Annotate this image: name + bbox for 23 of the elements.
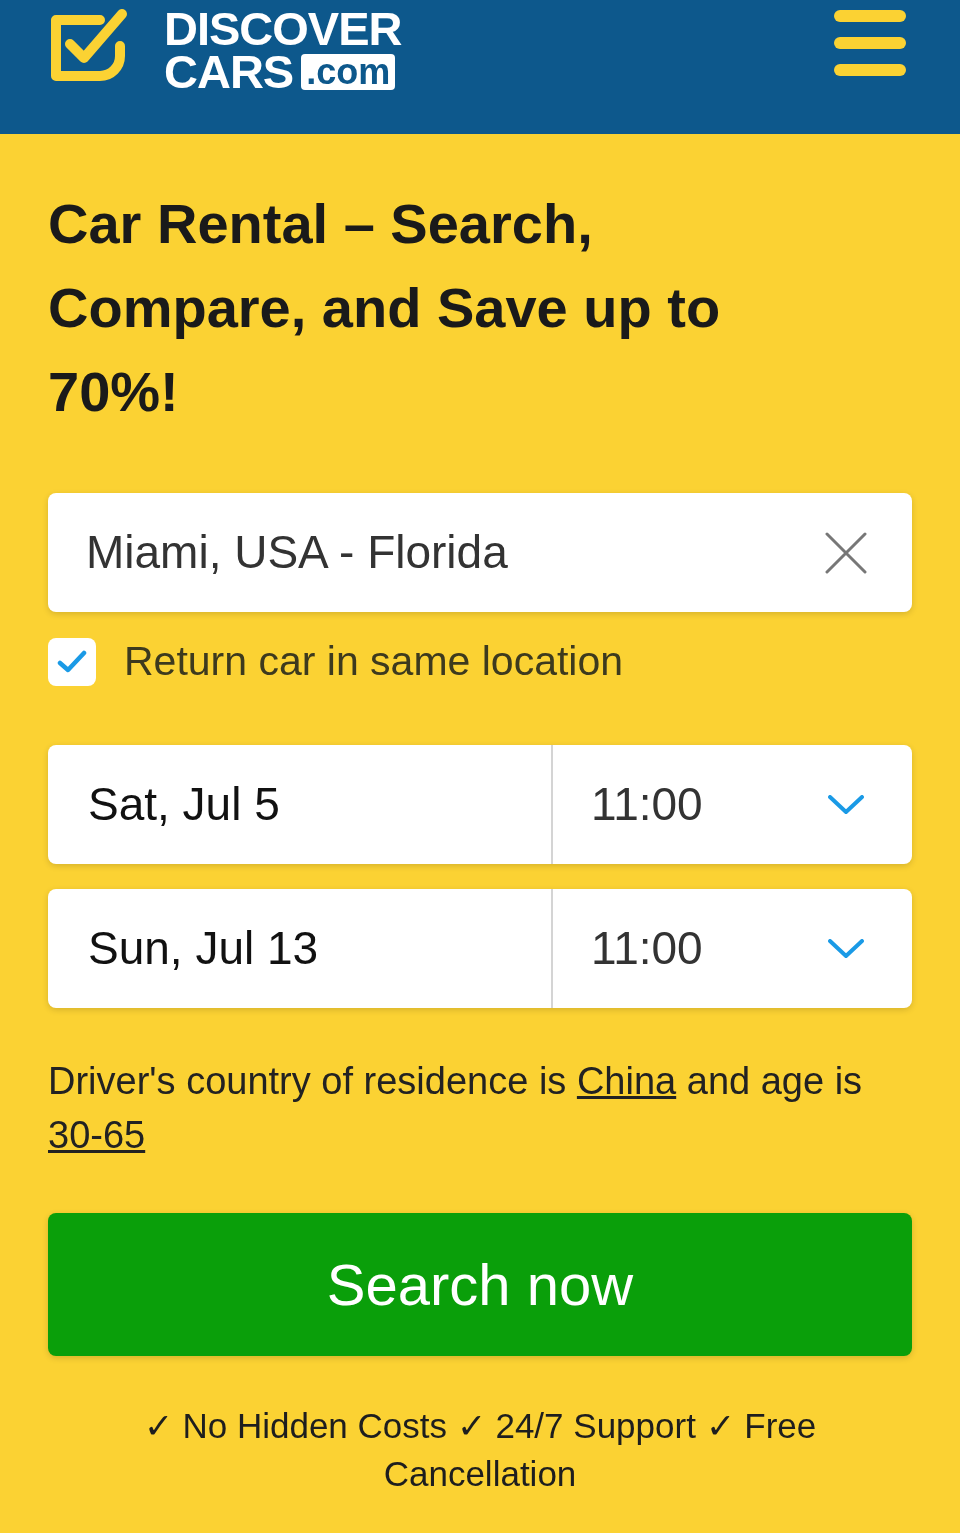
page-heading: Car Rental – Search, Compare, and Save up to 70%! [48,191,722,425]
benefits-text: ✓ No Hidden Costs ✓ 24/7 Support ✓ Free Cancellation [142,1405,818,1495]
clear-button[interactable] [824,530,868,575]
checkbox-label: Return car in same location [124,637,624,687]
logo-wordmark: CARS [164,52,294,92]
location-field[interactable]: Miami, USA - Florida [48,493,912,612]
date-picker[interactable]: Sun, Jul 13 [48,889,553,1008]
chevron-down-icon [828,794,864,815]
logo-wordmark: DISCOVER [164,8,402,50]
logo-domain-tag: .com [301,54,396,90]
date-picker[interactable]: Sat, Jul 5 [48,745,553,864]
same-location-checkbox[interactable] [48,638,96,686]
check-icon [57,650,87,674]
search-now-button[interactable]: Search now [48,1213,912,1356]
menu-button[interactable] [834,10,906,78]
time-dropdown[interactable]: 11:00 [553,889,912,1008]
age-link[interactable]: 30-65 [48,1114,146,1156]
country-link[interactable]: China [576,1060,677,1102]
chevron-down-icon [828,938,864,959]
driver-info-text: Driver's country of residence is China and age is 30-65 [48,1059,864,1158]
menu-icon [834,10,906,78]
close-icon [825,531,867,574]
time-dropdown[interactable]: 11:00 [553,745,912,864]
